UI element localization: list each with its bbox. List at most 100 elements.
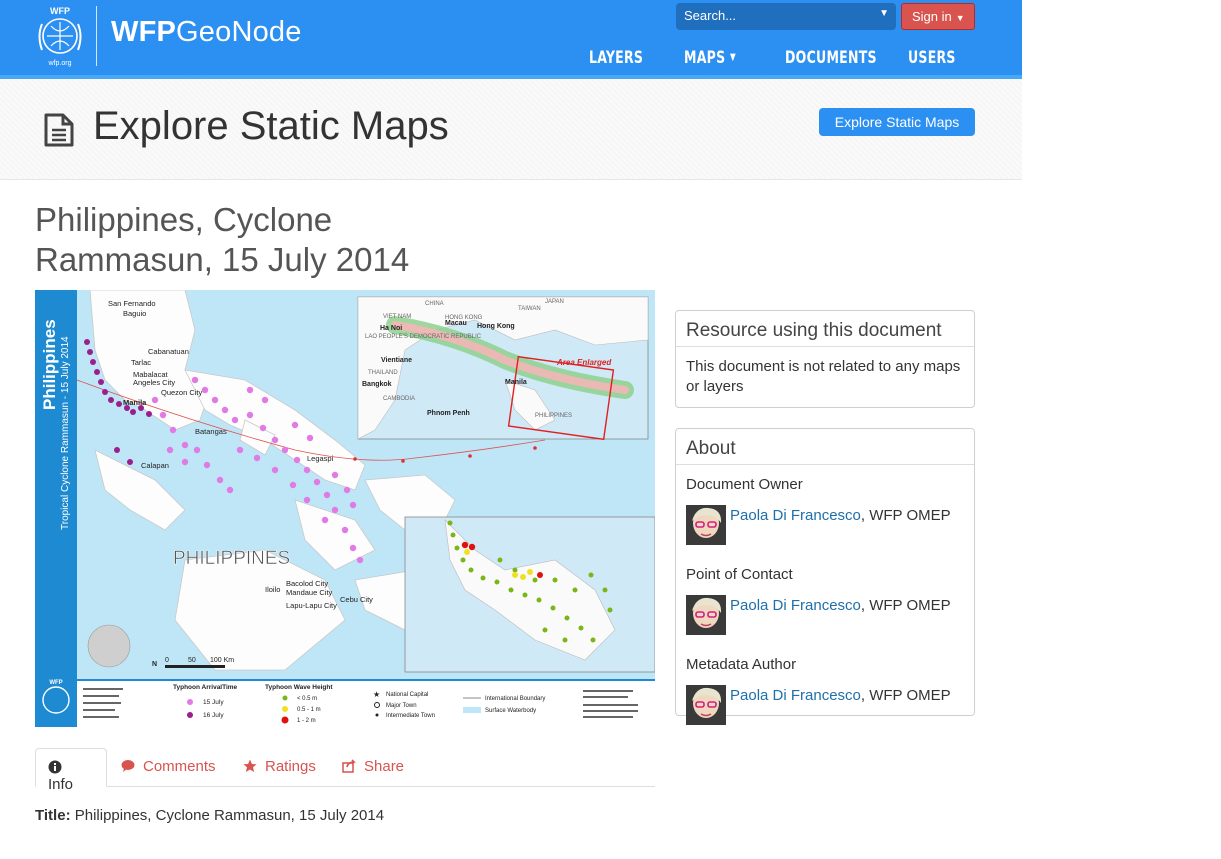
map-side-subtitle: Tropical Cyclone Rammasun - 15 July 2014 (60, 336, 71, 530)
place-label: Lapu-Lapu City (286, 601, 337, 610)
inset-title: Area Enlarged (556, 358, 612, 367)
search-input[interactable]: Search... ▼ (676, 3, 896, 30)
tab-share[interactable]: Share (330, 748, 416, 786)
tab-comments-label: Comments (143, 758, 216, 775)
north-arrow-icon: N (152, 661, 157, 668)
inset-label: CAMBODIA (383, 396, 415, 402)
nav-layers[interactable]: LAYERS (589, 48, 643, 68)
legend-item: < 0.5 m (297, 696, 317, 702)
info-icon (48, 760, 62, 774)
tab-info-label: Info (48, 776, 74, 793)
person-org: , WFP OMEP (860, 687, 951, 704)
legend-item: 16 July (203, 712, 224, 719)
inset-label: Phnom Penh (427, 410, 470, 417)
inset-label: TAIWAN (518, 306, 541, 312)
map-logo-text: WFP (49, 680, 62, 686)
place-label: Calapan (141, 461, 169, 470)
legend-item: Major Town (386, 703, 417, 709)
inset-label: Vientiane (381, 357, 412, 364)
tab-ratings[interactable]: Ratings (231, 748, 328, 786)
caret-down-icon: ▼ (730, 52, 736, 63)
resource-panel-heading: Resource using this document (676, 311, 974, 347)
tab-comments[interactable]: Comments (109, 748, 228, 786)
inset-label: LAO PEOPLE'S DEMOCRATIC REPUBLIC (365, 334, 482, 340)
legend-item: International Boundary (485, 696, 545, 702)
brand-light: GeoNode (176, 16, 302, 48)
logo-text: WFP (50, 6, 70, 16)
inset-label: VIET NAM (383, 314, 411, 320)
info-title-key: Title: (35, 807, 71, 824)
tab-info[interactable]: Info (35, 748, 107, 793)
place-label: Cabanatuan (148, 347, 189, 356)
legend-item: Intermediate Town (386, 713, 435, 719)
legend-item: 1 - 2 m (297, 718, 316, 724)
place-label: Batangas (195, 427, 227, 436)
resource-panel-body: This document is not related to any maps… (686, 358, 961, 395)
svg-text:★: ★ (373, 690, 380, 699)
place-label: Baguio (123, 309, 146, 318)
person-entry: Paola Di Francesco, WFP OMEP (686, 685, 964, 725)
inset-label: Manila (505, 379, 527, 386)
explore-static-maps-button[interactable]: Explore Static Maps (819, 108, 975, 136)
nav-maps[interactable]: MAPS ▼ (684, 48, 736, 68)
inset-label: JAPAN (545, 299, 564, 305)
share-icon (342, 759, 356, 773)
place-label: Mandaue City (286, 588, 333, 597)
place-label: Cebu City (340, 595, 373, 604)
static-map-image[interactable]: Philippines Tropical Cyclone Rammasun - … (35, 289, 656, 727)
wfp-logo-icon[interactable]: WFP wfp.org (33, 4, 87, 68)
resource-panel: Resource using this document This docume… (675, 310, 975, 408)
person-entry: Paola Di Francesco, WFP OMEP (686, 595, 964, 635)
legend-item: 15 July (203, 699, 224, 706)
document-title: Philippines, Cyclone Rammasun, 15 July 2… (35, 201, 410, 278)
sign-in-label: Sign in (912, 9, 952, 24)
inset-label: Hong Kong (477, 323, 515, 330)
legend-item: Surface Waterbody (485, 708, 536, 714)
person-entry: Paola Di Francesco, WFP OMEP (686, 505, 964, 545)
place-label: Tarlac (131, 358, 151, 367)
inset-label: Macau (445, 320, 467, 327)
search-placeholder: Search... (684, 8, 737, 23)
chevron-down-icon[interactable]: ▼ (879, 8, 889, 19)
tab-ratings-label: Ratings (265, 758, 316, 775)
place-label: Iloilo (265, 585, 280, 594)
place-label: Angeles City (133, 378, 175, 387)
logo-subtext: wfp.org (48, 60, 72, 67)
country-label: PHILIPPINES (173, 548, 290, 569)
person-link[interactable]: Paola Di Francesco (730, 687, 861, 704)
avatar[interactable] (686, 685, 726, 725)
nav-users[interactable]: USERS (908, 48, 956, 68)
globe-icon (87, 624, 131, 668)
avatar[interactable] (686, 505, 726, 545)
map-side-title: Philippines (40, 319, 59, 410)
scale-label: 50 (188, 657, 196, 664)
info-title-row: Title: Philippines, Cyclone Rammasun, 15… (35, 807, 384, 824)
inset-label: PHILIPPINES (535, 413, 572, 419)
person-link[interactable]: Paola Di Francesco (730, 597, 861, 614)
place-label: Legaspi (307, 454, 334, 463)
star-icon (243, 759, 257, 772)
role-label: Document Owner (686, 476, 803, 493)
place-label: Bacolod City (286, 579, 328, 588)
place-label: Manila (123, 398, 147, 407)
inset-label: Bangkok (362, 381, 392, 388)
wave-height-inset-map (404, 516, 656, 673)
avatar[interactable] (686, 595, 726, 635)
legend-title: Typhoon Wave Height (265, 684, 333, 691)
role-label: Point of Contact (686, 566, 793, 583)
legend-title: Typhoon ArrivalTime (173, 684, 238, 691)
person-org: , WFP OMEP (860, 597, 951, 614)
person-link[interactable]: Paola Di Francesco (730, 507, 861, 524)
legend-item: 0.5 - 1 m (297, 707, 321, 713)
info-title-value: Philippines, Cyclone Rammasun, 15 July 2… (74, 807, 385, 824)
scale-label: 100 Km (210, 657, 234, 664)
sign-in-button[interactable]: Sign in ▼ (901, 3, 975, 30)
nav-documents[interactable]: DOCUMENTS (785, 48, 877, 68)
comment-icon (121, 760, 135, 772)
brand-name[interactable]: WFPGeoNode (111, 16, 302, 49)
map-legend: Typhoon ArrivalTime 15 July 16 July Typh… (77, 679, 655, 727)
inset-label: Ha Noi (380, 325, 402, 332)
nav-maps-label: MAPS (684, 48, 726, 68)
caret-down-icon: ▼ (955, 13, 965, 23)
page-title: Explore Static Maps (93, 104, 449, 148)
